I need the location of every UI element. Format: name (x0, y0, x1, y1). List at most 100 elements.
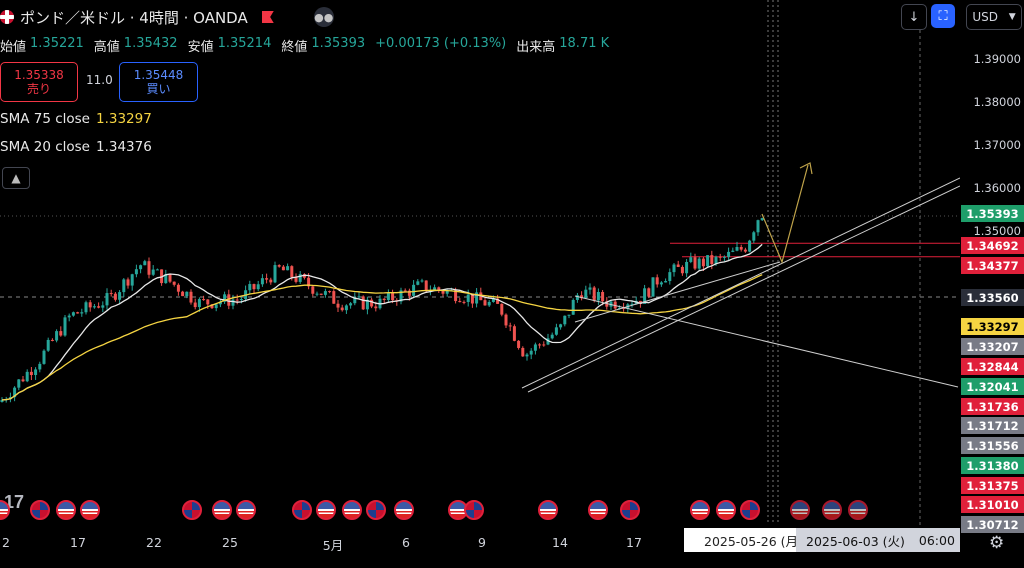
candle-body (50, 339, 54, 341)
us-flag-icon[interactable] (588, 500, 608, 520)
time-tick-label: 25 (222, 535, 238, 550)
indicator-value: 1.34376 (96, 139, 152, 155)
candle-body (584, 289, 588, 299)
candle-body (319, 293, 323, 295)
candle-body (533, 344, 537, 351)
price-badge: 1.31556 (961, 437, 1024, 454)
us-flag-icon[interactable] (394, 500, 414, 520)
price-badge: 1.31712 (961, 417, 1024, 434)
indicator-sma20[interactable]: SMA 20 close 1.34376 (0, 139, 152, 155)
us-flag-icon[interactable] (848, 500, 868, 520)
candle-body (63, 317, 67, 336)
us-flag-icon[interactable] (236, 500, 256, 520)
candle-body (416, 281, 420, 285)
ohlc-legend: 始値 1.35221 高値 1.35432 安値 1.35214 終値 1.35393 … (0, 36, 615, 55)
sell-price: 1.35338 (14, 68, 64, 82)
candle-body (697, 258, 701, 269)
us-flag-icon[interactable] (716, 500, 736, 520)
us-flag-icon[interactable] (316, 500, 336, 520)
candle-body (748, 240, 752, 252)
candle-body (252, 284, 256, 290)
price-badge: 1.35393 (961, 205, 1024, 222)
us-flag-icon[interactable] (690, 500, 710, 520)
candle-body (596, 292, 600, 301)
chevron-up-icon[interactable]: ▲ (2, 167, 30, 189)
indicator-sma75[interactable]: SMA 75 close 1.33297 (0, 111, 152, 127)
candle-body (206, 299, 210, 305)
candle-body (424, 280, 428, 292)
candle-body (55, 331, 59, 341)
arrow-down-icon[interactable]: ↓ (901, 4, 927, 30)
more-dots-icon[interactable]: ●● (313, 7, 334, 27)
spread-value: 11.0 (86, 73, 113, 87)
candle-body (752, 232, 756, 241)
uk-flag-icon[interactable] (182, 500, 202, 520)
candle-body (685, 261, 689, 274)
sma20-line (1, 243, 763, 401)
candle-body (370, 299, 374, 307)
price-badge: 1.32844 (961, 358, 1024, 375)
time-tick-label: 9 (478, 535, 486, 550)
uk-flag-icon[interactable] (740, 500, 760, 520)
buy-label: 買い (146, 82, 171, 96)
candle-body (273, 265, 277, 283)
us-flag-icon[interactable] (790, 500, 810, 520)
indicator-name: SMA 75 close (0, 111, 90, 127)
candle-body (403, 290, 407, 292)
time-tick-label: 22 (146, 535, 162, 550)
gear-icon[interactable]: ⚙ (989, 533, 1004, 553)
candle-body (143, 261, 147, 266)
uk-flag-icon[interactable] (292, 500, 312, 520)
candle-body (286, 266, 290, 271)
time-tick-label: 17 (626, 535, 642, 550)
us-flag-icon[interactable] (342, 500, 362, 520)
candle-body (386, 292, 390, 301)
flag-marker-icon[interactable] (261, 11, 274, 23)
candle-body (647, 288, 651, 297)
candle-body (559, 324, 563, 328)
us-flag-icon[interactable] (80, 500, 100, 520)
candle-body (504, 314, 508, 326)
candle-body (601, 292, 605, 302)
sell-button[interactable]: 1.35338 売り (0, 62, 78, 102)
symbol-title[interactable]: ポンド／米ドル · 4時間 · OANDA (20, 7, 248, 28)
uk-flag-icon[interactable] (464, 500, 484, 520)
uk-flag-icon[interactable] (620, 500, 640, 520)
currency-select[interactable]: USD ▼ (966, 4, 1022, 30)
us-flag-icon[interactable] (822, 500, 842, 520)
candle-body (567, 314, 571, 316)
us-flag-icon[interactable] (538, 500, 558, 520)
cursor-time-text: 06:00 (918, 532, 955, 548)
indicator-value: 1.33297 (96, 111, 152, 127)
price-badge: 1.34692 (961, 237, 1024, 254)
us-flag-icon[interactable] (212, 500, 232, 520)
time-tick-label: 14 (552, 535, 568, 550)
uk-flag-icon[interactable] (30, 500, 50, 520)
candle-body (113, 293, 117, 300)
price-tick-label: 1.35000 (973, 224, 1021, 238)
crosshair-date-label: 2025-05-26 (月) (684, 528, 803, 552)
candle-body (592, 287, 596, 301)
candle-body (134, 269, 138, 275)
candle-body (676, 264, 680, 267)
candle-body (550, 334, 554, 339)
candle-body (46, 339, 50, 351)
price-tick-label: 1.36000 (973, 181, 1021, 195)
price-badge: 1.33560 (961, 289, 1024, 306)
volume-value: 18.71 K (559, 36, 610, 51)
candle-body (680, 266, 684, 274)
us-flag-icon[interactable] (56, 500, 76, 520)
uk-flag-icon[interactable] (366, 500, 386, 520)
candle-body (689, 257, 693, 262)
candle-body (340, 307, 344, 311)
candle-body (181, 291, 185, 297)
candle-body (29, 371, 33, 376)
cursor-date-label: 2025-06-03 (火) 06:00 (796, 528, 960, 552)
buy-button[interactable]: 1.35448 買い (119, 62, 198, 102)
buy-price: 1.35448 (133, 68, 184, 82)
candle-body (290, 266, 294, 278)
crop-icon[interactable]: ⛶ (931, 4, 955, 28)
candle-body (189, 291, 193, 303)
candle-body (231, 299, 235, 306)
candle-body (21, 379, 25, 382)
